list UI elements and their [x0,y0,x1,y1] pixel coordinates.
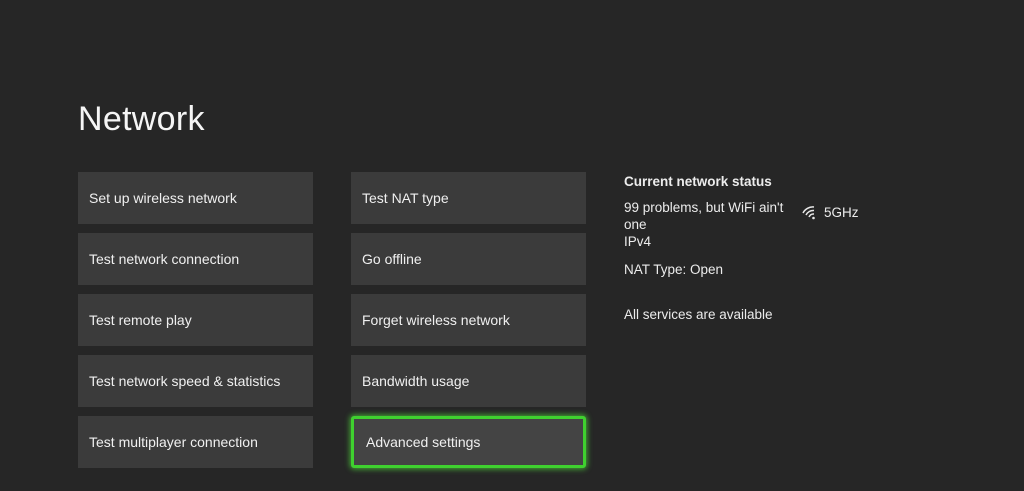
nat-type: NAT Type: Open [624,262,724,277]
tile-label: Advanced settings [366,434,481,450]
tile-label: Test multiplayer connection [89,434,258,450]
advanced-settings-button[interactable]: Advanced settings [351,416,586,468]
test-nat-type-button[interactable]: Test NAT type [351,172,586,224]
test-network-connection-button[interactable]: Test network connection [78,233,313,285]
tile-label: Go offline [362,251,422,267]
network-info-row: 99 problems, but WiFi ain't one 5GHz [624,199,924,233]
tile-label: Test network speed & statistics [89,373,281,389]
forget-wireless-network-button[interactable]: Forget wireless network [351,294,586,346]
bandwidth-usage-button[interactable]: Bandwidth usage [351,355,586,407]
band-indicator: 5GHz [802,204,859,221]
test-multiplayer-connection-button[interactable]: Test multiplayer connection [78,416,313,468]
network-status-panel: Current network status 99 problems, but … [624,174,924,323]
tile-label: Forget wireless network [362,312,510,328]
network-name: 99 problems, but WiFi ain't one [624,200,784,232]
tile-label: Bandwidth usage [362,373,470,389]
status-heading: Current network status [624,174,772,189]
tile-label: Test NAT type [362,190,449,206]
setup-wireless-network-button[interactable]: Set up wireless network [78,172,313,224]
network-settings-screen: Network Set up wireless network Test net… [0,0,1024,491]
services-status: All services are available [624,307,773,322]
wifi-icon [802,205,819,220]
test-network-speed-button[interactable]: Test network speed & statistics [78,355,313,407]
tile-label: Test network connection [89,251,240,267]
tile-label: Test remote play [89,312,192,328]
tile-label: Set up wireless network [89,190,237,206]
ip-version: IPv4 [624,234,652,249]
test-remote-play-button[interactable]: Test remote play [78,294,313,346]
go-offline-button[interactable]: Go offline [351,233,586,285]
page-title: Network [78,100,205,138]
band-label: 5GHz [824,205,859,220]
